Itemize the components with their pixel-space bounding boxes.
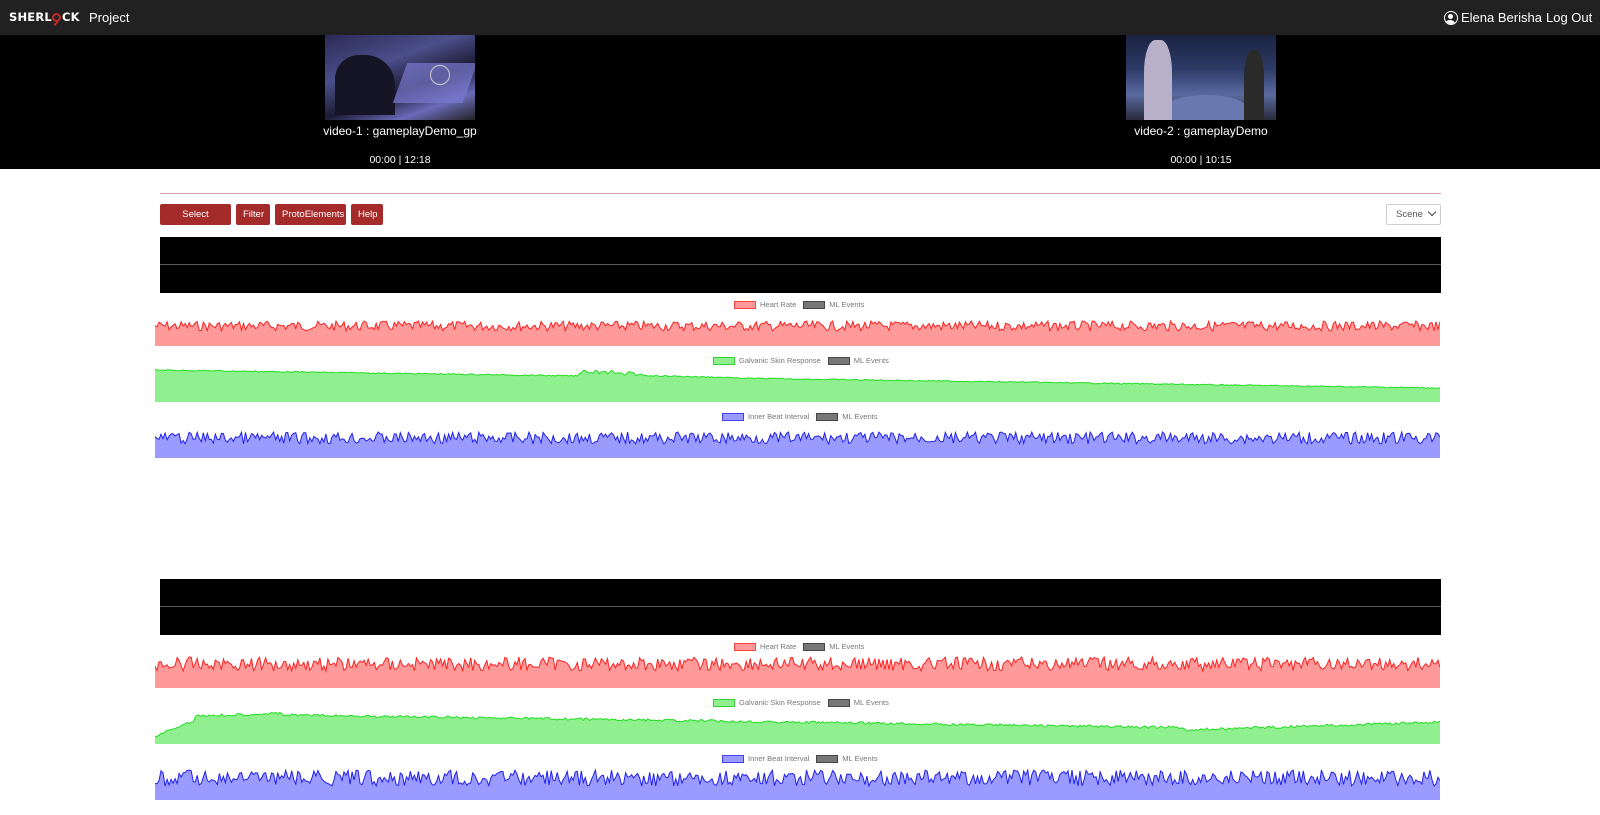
magnifier-icon bbox=[52, 13, 62, 22]
filter-button[interactable]: Filter bbox=[236, 204, 270, 225]
user-circle-icon bbox=[1444, 10, 1458, 25]
video-2-time: 00:00 | 10:15 bbox=[1170, 154, 1232, 166]
brand-logo[interactable]: SHERL CK bbox=[9, 10, 80, 24]
video-1-panel: video-1 : gameplayDemo_gp 00:00 | 12:18 bbox=[315, 35, 485, 166]
scene-select[interactable]: Scene bbox=[1386, 204, 1441, 225]
help-button[interactable]: Help bbox=[351, 204, 383, 225]
gsr-chart bbox=[155, 364, 1440, 402]
ibi-chart bbox=[155, 762, 1440, 800]
timeline-track[interactable] bbox=[160, 579, 1441, 635]
timeline-track[interactable] bbox=[160, 237, 1441, 293]
video-2-player[interactable] bbox=[1126, 35, 1276, 120]
video-1-time: 00:00 | 12:18 bbox=[369, 154, 431, 166]
heart-rate-chart bbox=[155, 308, 1440, 346]
video-1-title: video-1 : gameplayDemo_gp bbox=[323, 124, 477, 138]
top-navbar: SHERL CK Project Elena Berisha Log Out bbox=[0, 0, 1600, 35]
chevron-down-icon bbox=[1427, 207, 1437, 217]
user-name: Elena Berisha bbox=[1461, 10, 1542, 25]
protoelements-button[interactable]: ProtoElements bbox=[275, 204, 346, 225]
video-1-player[interactable] bbox=[325, 35, 475, 120]
ibi-chart bbox=[155, 420, 1440, 458]
signal-area bbox=[155, 369, 1440, 402]
gsr-chart bbox=[155, 706, 1440, 744]
select-subjects-button[interactable]: Select Subjects bbox=[160, 204, 231, 241]
user-menu[interactable]: Elena Berisha bbox=[1444, 10, 1542, 25]
signal-area bbox=[155, 712, 1440, 744]
video-strip: video-1 : gameplayDemo_gp 00:00 | 12:18 … bbox=[0, 35, 1600, 169]
toolbar: Select Subjects Filter ProtoElements Hel… bbox=[160, 204, 383, 241]
nav-project-link[interactable]: Project bbox=[89, 10, 129, 25]
heart-rate-chart bbox=[155, 650, 1440, 688]
logout-link[interactable]: Log Out bbox=[1546, 10, 1592, 25]
video-2-panel: video-2 : gameplayDemo 00:00 | 10:15 bbox=[1116, 35, 1286, 166]
video-2-title: video-2 : gameplayDemo bbox=[1134, 124, 1268, 138]
section-divider bbox=[160, 193, 1441, 194]
signal-area bbox=[155, 770, 1440, 800]
